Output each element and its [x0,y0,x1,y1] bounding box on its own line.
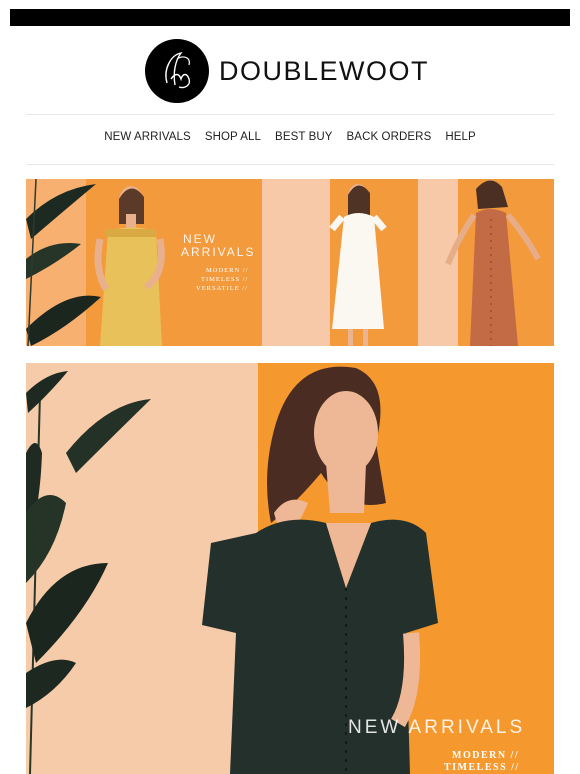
hero-headline: NEW ARRIVALS [348,717,526,738]
nav-new-arrivals[interactable]: NEW ARRIVALS [97,131,198,143]
new-arrivals-banner[interactable]: NEW ARRIVALS MODERN // TIMELESS // VERSA… [26,179,554,346]
nav-back-orders[interactable]: BACK ORDERS [340,131,439,143]
dw-monogram-icon [165,51,191,89]
banner-panel-2 [262,179,418,346]
nav-help[interactable]: HELP [438,131,482,143]
hero-tag-timeless: TIMELESS // [444,762,520,773]
banner-photo-3 [418,179,554,346]
hero-photo [26,363,554,774]
banner-photo-1 [26,179,262,346]
brand-logo[interactable] [145,39,209,103]
divider-bottom [26,164,554,165]
banner-tag-timeless: TIMELESS // [201,276,249,283]
banner-tag-modern: MODERN // [206,267,249,274]
banner-photo-2 [262,179,418,346]
banner-panel-3 [418,179,554,346]
banner-panel-1: NEW ARRIVALS MODERN // TIMELESS // VERSA… [26,179,262,346]
hero-tag-modern: MODERN // [452,750,520,761]
brand-header[interactable]: DOUBLEWOOT [145,38,429,104]
nav-shop-all[interactable]: SHOP ALL [198,131,268,143]
main-nav: NEW ARRIVALS SHOP ALL BEST BUY BACK ORDE… [0,131,580,143]
banner-headline-arrivals: ARRIVALS [181,245,256,259]
brand-name[interactable]: DOUBLEWOOT [219,56,429,87]
banner-tag-versatile: VERSATILE // [196,285,248,292]
hero-image[interactable]: NEW ARRIVALS MODERN // TIMELESS // [26,363,554,774]
nav-best-buy[interactable]: BEST BUY [268,131,339,143]
banner-headline-new: NEW [183,232,217,246]
divider-top [26,114,554,115]
top-black-bar [10,9,570,26]
